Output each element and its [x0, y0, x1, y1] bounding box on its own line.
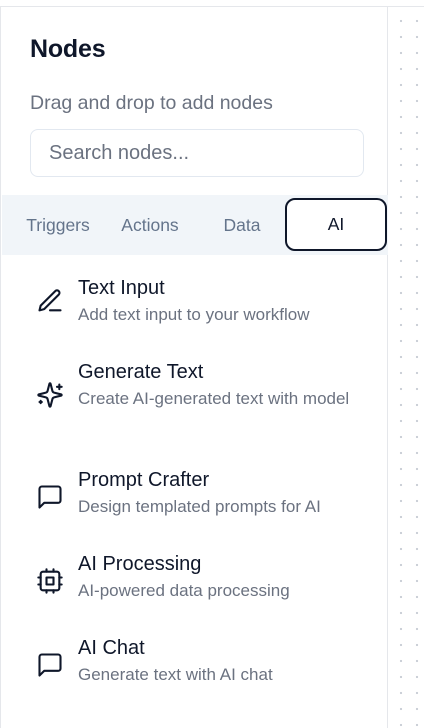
node-name: Prompt Crafter: [78, 469, 210, 491]
node-description: Add text input to your workflow: [78, 305, 310, 324]
workflow-canvas[interactable]: [389, 7, 424, 728]
node-item-prompt-crafter[interactable]: Prompt Crafter Design templated prompts …: [30, 469, 370, 523]
node-name: Text Input: [78, 277, 165, 299]
tab-label: AI: [327, 214, 345, 234]
cpu-icon: [34, 565, 66, 597]
node-item-text-input[interactable]: Text Input Add text input to your workfl…: [30, 277, 370, 331]
tab-data[interactable]: Data: [198, 195, 286, 255]
node-category-tabs: Triggers Actions Data AI: [2, 195, 388, 255]
tab-label: Data: [223, 214, 261, 235]
node-description: Design templated prompts for AI: [78, 497, 321, 516]
panel-subtitle: Drag and drop to add nodes: [30, 92, 273, 114]
tab-label: Actions: [121, 214, 179, 235]
nodes-panel: Nodes Drag and drop to add nodes Trigger…: [1, 7, 388, 728]
tab-ai[interactable]: AI: [285, 198, 387, 251]
node-item-ai-chat[interactable]: AI Chat Generate text with AI chat: [30, 637, 370, 691]
node-description: AI-powered data processing: [78, 581, 290, 600]
node-name: AI Processing: [78, 553, 202, 575]
pencil-icon: [34, 285, 66, 317]
message-square-icon: [34, 481, 66, 513]
message-square-icon: [34, 649, 66, 681]
node-name: Generate Text: [78, 361, 204, 383]
tab-triggers[interactable]: Triggers: [14, 195, 102, 255]
search-input[interactable]: [30, 129, 364, 177]
tab-actions[interactable]: Actions: [106, 195, 194, 255]
tab-label: Triggers: [26, 214, 90, 235]
node-item-generate-text[interactable]: Generate Text Create AI-generated text w…: [30, 361, 370, 439]
node-name: AI Chat: [78, 637, 145, 659]
node-description: Create AI-generated text with model: [78, 389, 350, 408]
node-item-ai-processing[interactable]: AI Processing AI-powered data processing: [30, 553, 370, 607]
node-description: Generate text with AI chat: [78, 665, 273, 684]
panel-title: Nodes: [30, 35, 106, 63]
sparkles-icon: [34, 379, 66, 411]
